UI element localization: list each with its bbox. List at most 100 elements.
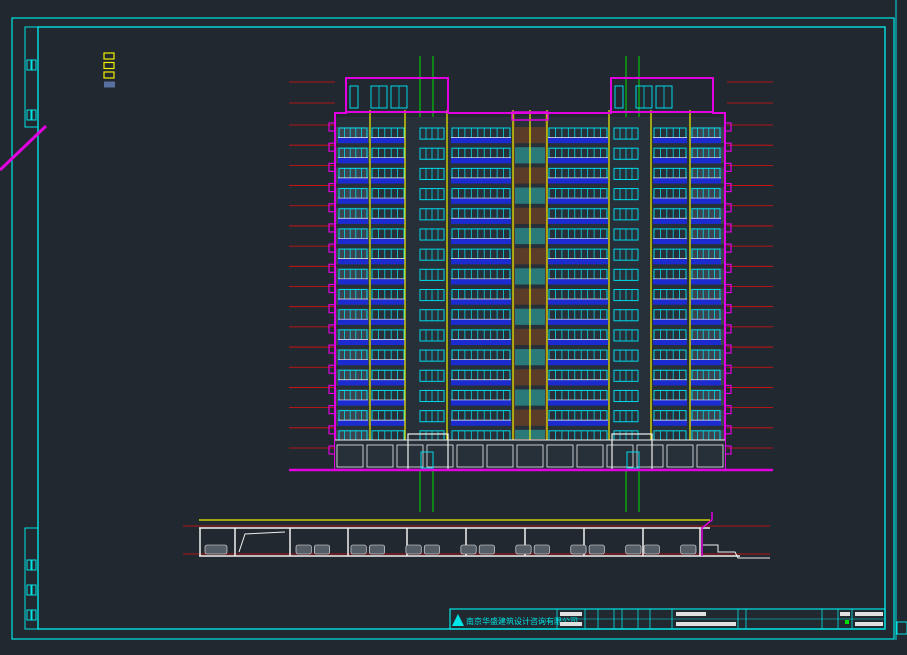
parked-car <box>588 544 605 555</box>
strip-cell <box>26 584 32 596</box>
balcony-rail <box>691 359 721 366</box>
balcony-rail <box>338 359 368 366</box>
balcony-rail <box>451 258 511 265</box>
balcony-rail <box>653 359 687 366</box>
balcony-rail <box>548 420 608 426</box>
balcony-rail <box>548 359 608 366</box>
balcony-rail <box>371 278 405 285</box>
balcony-rail <box>451 299 511 305</box>
balcony-rail <box>338 420 368 426</box>
roof-window <box>614 85 624 109</box>
balcony-rail <box>548 379 608 386</box>
strip-cell <box>26 609 32 621</box>
balcony-rail <box>548 238 608 245</box>
ground-floor <box>335 440 725 470</box>
title-block-text <box>855 612 883 616</box>
balcony-rail <box>653 177 687 184</box>
balcony-rail <box>653 157 687 164</box>
balcony-rail <box>548 319 608 325</box>
balcony-rail <box>338 137 368 144</box>
balcony-rail <box>338 198 368 204</box>
legend-swatch <box>103 52 115 60</box>
parked-car <box>625 544 642 555</box>
parked-car <box>680 544 697 555</box>
balcony-rail <box>653 198 687 204</box>
balcony-rail <box>371 379 405 386</box>
balcony-rail <box>338 379 368 386</box>
balcony-rail <box>338 299 368 305</box>
title-block-text <box>560 622 582 626</box>
balcony-rail <box>548 258 608 265</box>
balcony-rail <box>451 157 511 164</box>
corner-box <box>896 621 907 635</box>
title-block-mark <box>845 620 849 624</box>
balcony-rail <box>548 177 608 184</box>
parked-car <box>515 544 532 555</box>
balcony-rail <box>371 258 405 265</box>
strip-cell <box>26 559 32 571</box>
balcony-rail <box>691 137 721 144</box>
balcony-rail <box>691 420 721 426</box>
elevation-drawing[interactable]: 南京华盛建筑设计咨询有限公司 <box>0 0 907 651</box>
balcony-rail <box>691 299 721 305</box>
balcony-rail <box>451 379 511 386</box>
title-block-text <box>676 622 736 626</box>
balcony-rail <box>691 399 721 406</box>
legend-swatch <box>104 81 115 88</box>
strip-cell <box>31 109 37 121</box>
balcony-rail <box>371 339 405 346</box>
balcony-rail <box>451 218 511 224</box>
roof-window <box>349 85 359 109</box>
parked-car <box>295 544 312 555</box>
balcony-rail <box>548 399 608 406</box>
balcony-rail <box>548 278 608 285</box>
balcony-rail <box>653 399 687 406</box>
balcony-rail <box>691 319 721 325</box>
cad-drawing-canvas[interactable]: 南京华盛建筑设计咨询有限公司 <box>0 0 907 651</box>
layer-legend <box>103 52 115 88</box>
balcony-rail <box>691 339 721 346</box>
strip-cell <box>31 584 37 596</box>
balcony-rail <box>653 420 687 426</box>
legend-swatch <box>103 71 115 79</box>
parked-car <box>533 544 550 555</box>
balcony-rail <box>451 177 511 184</box>
parked-car <box>350 544 367 555</box>
section-cut-line <box>0 124 48 172</box>
balcony-rail <box>653 218 687 224</box>
balcony-rail <box>371 157 405 164</box>
balcony-rail <box>371 299 405 305</box>
parked-car <box>478 544 495 555</box>
balcony-rail <box>371 359 405 366</box>
basement-section[interactable] <box>183 512 770 559</box>
balcony-rail <box>691 177 721 184</box>
balcony-rail <box>338 218 368 224</box>
parked-car <box>460 544 477 555</box>
parked-car <box>423 544 440 555</box>
balcony-rail <box>451 319 511 325</box>
strip-cell <box>31 609 37 621</box>
strip-cell <box>26 109 32 121</box>
building-elevation[interactable] <box>289 56 773 512</box>
balcony-rail <box>371 420 405 426</box>
balcony-rail <box>653 319 687 325</box>
balcony-rail <box>371 238 405 245</box>
parked-car <box>643 544 660 555</box>
balcony-rail <box>338 157 368 164</box>
balcony-rail <box>338 319 368 325</box>
strip-cell <box>31 559 37 571</box>
balcony-rail <box>653 137 687 144</box>
triangle-logo-icon <box>452 614 464 626</box>
balcony-rail <box>451 339 511 346</box>
balcony-rail <box>691 379 721 386</box>
balcony-rail <box>451 137 511 144</box>
balcony-rail <box>691 258 721 265</box>
balcony-rail <box>548 299 608 305</box>
balcony-rail <box>451 420 511 426</box>
balcony-rail <box>338 339 368 346</box>
balcony-rail <box>371 399 405 406</box>
balcony-rail <box>338 177 368 184</box>
balcony-rail <box>548 339 608 346</box>
balcony-rail <box>653 299 687 305</box>
balcony-rail <box>451 399 511 406</box>
